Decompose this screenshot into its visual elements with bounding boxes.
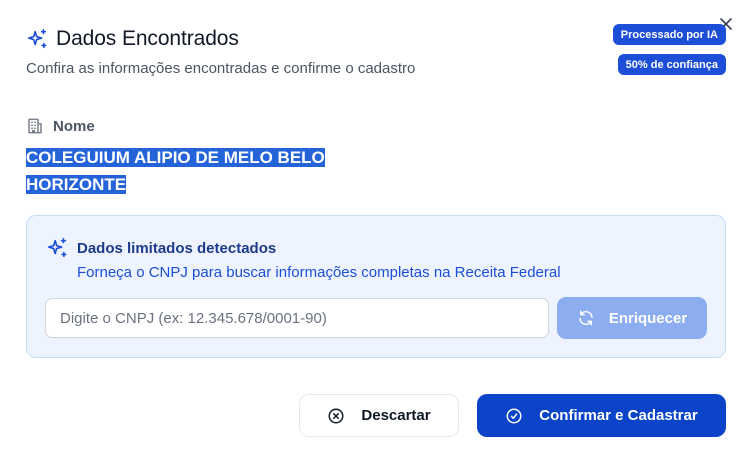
enrich-button-label: Enriquecer [608,309,688,327]
dialog-subtitle: Confira as informações encontradas e con… [26,60,416,77]
sparkles-icon [26,28,48,50]
discard-button[interactable]: Descartar [299,394,459,437]
discard-button-label: Descartar [361,407,431,424]
sparkles-icon [46,237,68,259]
title-row: Dados Encontrados [26,27,415,51]
notice-title-row: Dados limitados detectados [46,237,276,259]
building-icon [26,117,44,135]
limited-data-notice: Dados limitados detectados Forneça o CNP… [26,215,726,358]
dialog-header: Dados Encontrados Confira as informações… [26,27,415,77]
confirm-register-button[interactable]: Confirmar e Cadastrar [477,394,726,437]
confirm-register-button-label: Confirmar e Cadastrar [539,407,698,424]
confidence-badge: 50% de confiança [617,54,726,75]
name-field-label: Nome [53,117,95,135]
check-circle-icon [505,407,523,425]
name-value[interactable]: COLEGUIUM ALIPIO DE MELO BELO HORIZONTE [26,144,326,198]
cnpj-input[interactable] [45,298,549,338]
dialog-title: Dados Encontrados [56,27,239,50]
name-value-line-2: HORIZONTE [26,175,127,194]
x-circle-icon [327,407,345,425]
name-value-line-1: COLEGUIUM ALIPIO DE MELO BELO [26,148,325,167]
notice-title: Dados limitados detectados [77,239,277,257]
notice-description: Forneça o CNPJ para buscar informações c… [77,264,561,281]
ai-processed-badge: Processado por IA [612,24,726,45]
name-field-label-row: Nome [26,117,95,135]
enrich-button[interactable]: Enriquecer [557,297,707,339]
refresh-icon [577,309,595,327]
